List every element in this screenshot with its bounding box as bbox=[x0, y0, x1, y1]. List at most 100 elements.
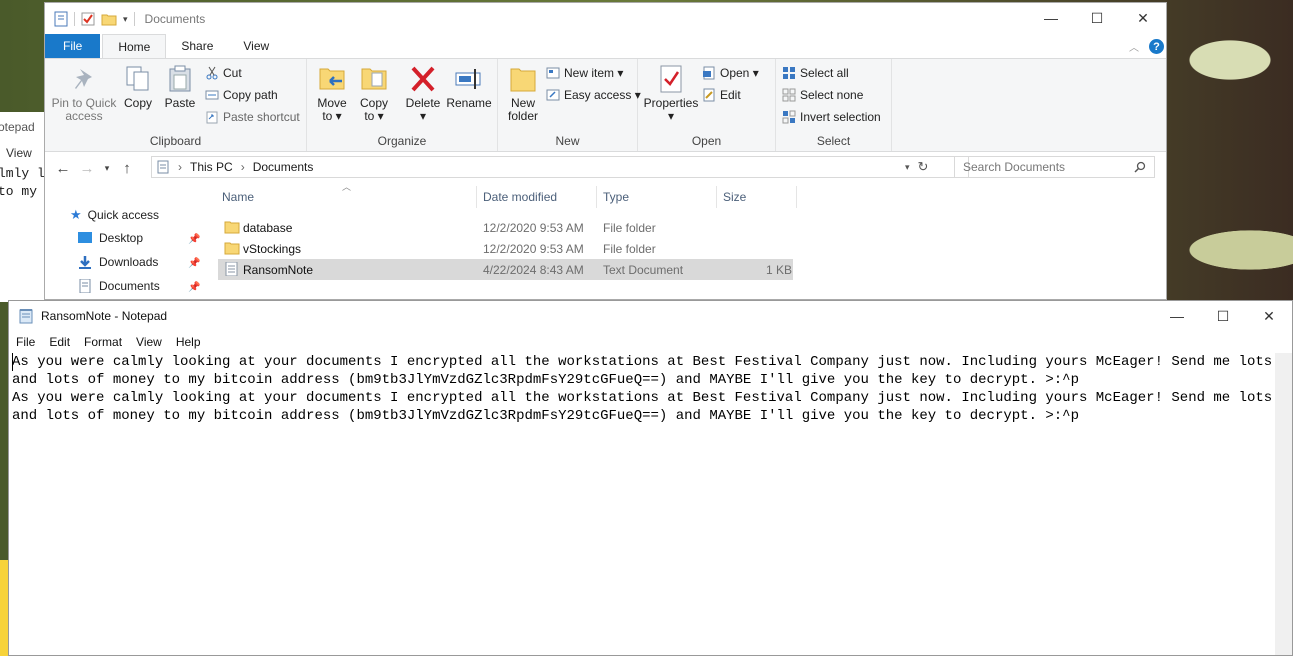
properties-icon[interactable] bbox=[54, 11, 68, 27]
nav-quick-access[interactable]: ★ Quick access bbox=[70, 207, 159, 223]
menu-format[interactable]: Format bbox=[77, 335, 129, 349]
background-notepad-menu[interactable]: View bbox=[6, 146, 32, 160]
column-divider[interactable] bbox=[476, 186, 477, 208]
nav-downloads[interactable]: Downloads bbox=[77, 255, 158, 269]
copy-path-button[interactable]: Copy path bbox=[205, 88, 278, 102]
close-button[interactable]: ✕ bbox=[1120, 3, 1166, 33]
search-icon[interactable] bbox=[1134, 161, 1146, 173]
notepad-minimize-button[interactable]: — bbox=[1154, 301, 1200, 331]
pinned-icon[interactable]: 📌 bbox=[188, 234, 200, 245]
copy-to-label-2: to ▾ bbox=[364, 109, 384, 123]
vertical-scrollbar[interactable] bbox=[1275, 353, 1292, 655]
delete-dropdown-icon[interactable]: ▾ bbox=[420, 110, 426, 123]
background-notepad-line: to my bbox=[0, 184, 38, 199]
easy-access-button[interactable]: Easy access ▾ bbox=[546, 88, 641, 102]
copy-to-button[interactable]: Copy to ▾ bbox=[357, 63, 391, 123]
select-none-button[interactable]: Select none bbox=[782, 88, 863, 102]
notepad-app-icon[interactable] bbox=[19, 308, 33, 324]
rename-button[interactable]: Rename bbox=[446, 63, 492, 110]
new-item-icon bbox=[546, 67, 560, 79]
open-button[interactable]: Open ▾ bbox=[702, 66, 759, 80]
tab-view[interactable]: View bbox=[228, 34, 284, 58]
new-item-button[interactable]: New item ▾ bbox=[546, 66, 623, 80]
paste-button[interactable]: Paste bbox=[163, 63, 197, 110]
ribbon: Pin to Quick access Copy Paste Cut Copy … bbox=[45, 59, 1166, 152]
collapse-ribbon-icon[interactable]: ︿ bbox=[1129, 39, 1139, 54]
column-header-name[interactable]: Name bbox=[222, 190, 254, 204]
notepad-close-button[interactable]: ✕ bbox=[1246, 301, 1292, 331]
maximize-button[interactable]: ☐ bbox=[1074, 3, 1120, 33]
menu-edit[interactable]: Edit bbox=[42, 335, 77, 349]
cut-button[interactable]: Cut bbox=[205, 66, 242, 80]
search-input[interactable]: Search Documents bbox=[954, 156, 1155, 178]
copy-path-icon bbox=[205, 90, 219, 100]
recent-locations-icon[interactable]: ▾ bbox=[99, 163, 115, 174]
pinned-icon[interactable]: 📌 bbox=[188, 282, 200, 293]
file-list: ︿ Name Date modified Type Size database … bbox=[205, 182, 1166, 280]
paste-shortcut-button[interactable]: Paste shortcut bbox=[205, 110, 300, 124]
new-folder-button[interactable]: New folder bbox=[506, 63, 540, 123]
easy-access-label: Easy access ▾ bbox=[564, 88, 641, 102]
table-row[interactable]: vStockings 12/2/2020 9:53 AM File folder bbox=[218, 238, 793, 259]
qat-dropdown-icon[interactable]: ▾ bbox=[123, 14, 128, 25]
menu-view[interactable]: View bbox=[129, 335, 169, 349]
copy-button[interactable]: Copy bbox=[123, 63, 153, 110]
column-divider[interactable] bbox=[716, 186, 717, 208]
back-arrow-icon[interactable]: ← bbox=[51, 160, 75, 177]
new-group: New folder New item ▾ Easy access ▾ New bbox=[498, 59, 641, 151]
column-header-size[interactable]: Size bbox=[723, 190, 746, 204]
table-row-selected[interactable]: RansomNote 4/22/2024 8:43 AM Text Docume… bbox=[218, 259, 793, 280]
address-dropdown-icon[interactable]: ▾ bbox=[905, 162, 910, 173]
delete-button[interactable]: Delete ▾ bbox=[405, 63, 441, 123]
explorer-titlebar[interactable]: ▾ Documents — ☐ ✕ bbox=[45, 3, 1166, 35]
select-all-label: Select all bbox=[800, 66, 849, 80]
file-explorer-window[interactable]: ▾ Documents — ☐ ✕ File Home Share View ︿… bbox=[44, 2, 1167, 300]
breadcrumb-separator[interactable]: › bbox=[178, 160, 182, 174]
file-list-header: ︿ Name Date modified Type Size bbox=[205, 182, 1166, 210]
refresh-icon[interactable]: ↻ bbox=[918, 159, 929, 175]
minimize-button[interactable]: — bbox=[1028, 3, 1074, 33]
tab-home[interactable]: Home bbox=[102, 34, 167, 58]
checkmark-properties-icon[interactable] bbox=[81, 12, 95, 26]
pin-to-quick-access-button[interactable]: Pin to Quick access bbox=[51, 63, 117, 123]
column-header-type[interactable]: Type bbox=[603, 190, 629, 204]
nav-label: Desktop bbox=[99, 231, 144, 245]
menu-help[interactable]: Help bbox=[169, 335, 208, 349]
address-bar[interactable]: › This PC › Documents bbox=[151, 156, 969, 178]
column-divider[interactable] bbox=[796, 186, 797, 208]
up-arrow-icon[interactable]: ↑ bbox=[115, 160, 139, 177]
new-folder-icon[interactable] bbox=[101, 12, 117, 26]
properties-button[interactable]: Properties ▾ bbox=[644, 63, 698, 123]
forward-arrow-icon[interactable]: → bbox=[75, 160, 99, 177]
tab-share[interactable]: Share bbox=[166, 34, 228, 58]
folder-icon bbox=[224, 242, 240, 255]
properties-dropdown-icon[interactable]: ▾ bbox=[668, 110, 674, 123]
help-icon[interactable]: ? bbox=[1149, 39, 1164, 54]
breadcrumb-separator[interactable]: › bbox=[241, 160, 245, 174]
background-notepad-title: otepad bbox=[0, 120, 35, 134]
file-name: database bbox=[243, 221, 293, 235]
notepad-window[interactable]: RansomNote - Notepad — ☐ ✕ File Edit For… bbox=[8, 300, 1293, 656]
notepad-maximize-button[interactable]: ☐ bbox=[1200, 301, 1246, 331]
select-all-button[interactable]: Select all bbox=[782, 66, 849, 80]
breadcrumb-documents[interactable]: Documents bbox=[253, 160, 314, 174]
edit-button[interactable]: Edit bbox=[702, 88, 741, 102]
nav-desktop[interactable]: Desktop bbox=[77, 231, 143, 245]
table-row[interactable]: database 12/2/2020 9:53 AM File folder bbox=[218, 217, 793, 238]
notepad-titlebar[interactable]: RansomNote - Notepad — ☐ ✕ bbox=[9, 301, 1292, 331]
pinned-icon[interactable]: 📌 bbox=[188, 258, 200, 269]
notepad-text-area[interactable]: As you were calmly looking at your docum… bbox=[12, 353, 1278, 655]
nav-label: Quick access bbox=[87, 208, 160, 222]
ribbon-tabs: File Home Share View ︿ ? bbox=[45, 34, 1166, 59]
column-divider[interactable] bbox=[596, 186, 597, 208]
tab-file[interactable]: File bbox=[45, 34, 101, 58]
open-label: Open ▾ bbox=[720, 66, 759, 80]
background-notepad-window[interactable]: otepad View lmly l to my bbox=[0, 112, 46, 302]
move-to-button[interactable]: Move to ▾ bbox=[315, 63, 349, 123]
menu-file[interactable]: File bbox=[9, 335, 42, 349]
invert-selection-button[interactable]: Invert selection bbox=[782, 110, 881, 124]
organize-group-label: Organize bbox=[377, 134, 427, 148]
breadcrumb-this-pc[interactable]: This PC bbox=[190, 160, 233, 174]
nav-documents[interactable]: Documents bbox=[77, 279, 160, 293]
column-header-date[interactable]: Date modified bbox=[483, 190, 557, 204]
